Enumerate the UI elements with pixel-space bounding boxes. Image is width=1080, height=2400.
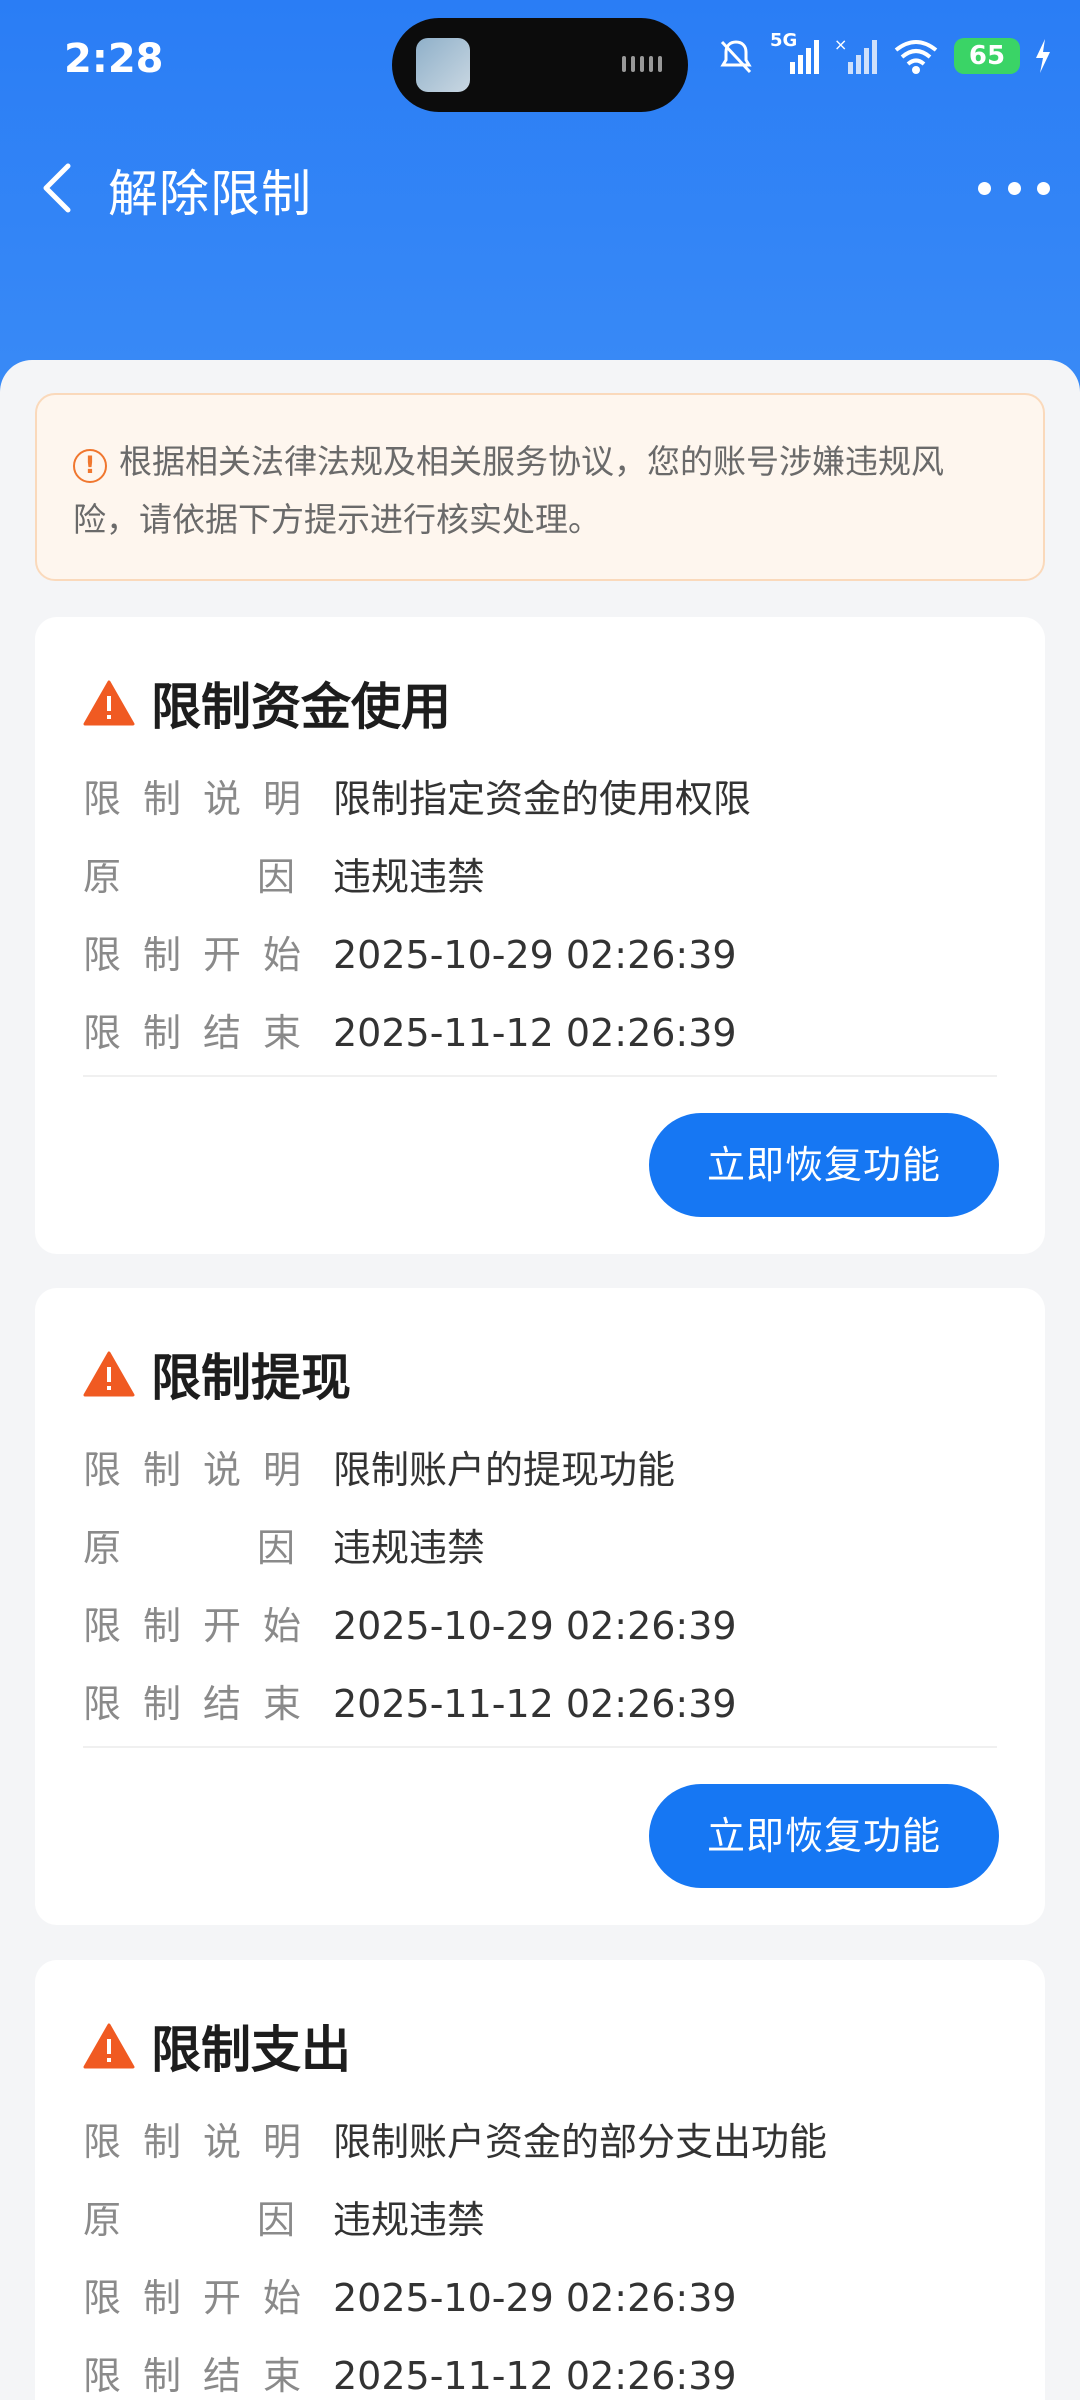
row-value: 违规违禁 [333, 855, 486, 899]
info-icon: ! [73, 449, 107, 483]
row-value: 2025-10-29 02:26:39 [333, 1604, 737, 1648]
status-icons: 5G × 65 [716, 30, 1052, 76]
warning-icon [83, 1351, 135, 1397]
risk-notice: ! 根据相关法律法规及相关服务协议，您的账号涉嫌违规风险，请依据下方提示进行核实处… [35, 393, 1045, 581]
row-label: 限制结束 [83, 2354, 324, 2398]
row-value: 2025-10-29 02:26:39 [333, 2276, 737, 2320]
restore-function-button[interactable]: 立即恢复功能 [649, 1113, 999, 1217]
warning-icon [83, 2023, 135, 2069]
warning-icon [83, 680, 135, 726]
row-label: 限制说明 [83, 2120, 324, 2164]
row-value: 限制账户的提现功能 [333, 1448, 676, 1492]
divider [83, 1075, 997, 1077]
dynamic-island[interactable] [392, 18, 688, 112]
charging-bolt-icon [1036, 39, 1050, 73]
row-value: 2025-11-12 02:26:39 [333, 1682, 737, 1726]
row-label: 限制结束 [83, 1682, 324, 1726]
row-value: 2025-11-12 02:26:39 [333, 2354, 737, 2398]
svg-text:×: × [834, 36, 847, 54]
row-label: 原 [83, 855, 122, 899]
divider [83, 1746, 997, 1748]
row-value: 限制指定资金的使用权限 [333, 777, 752, 821]
nav-bar: 解除限制 [0, 140, 1080, 236]
restriction-card: 限制资金使用 限制说明 限制指定资金的使用权限 原因 违规违禁 限制开始 202… [35, 617, 1045, 1254]
row-label: 限制开始 [83, 1604, 324, 1648]
bell-muted-icon [720, 40, 752, 74]
row-label: 原 [83, 1526, 122, 1570]
row-label: 限制说明 [83, 1448, 324, 1492]
wifi-icon [894, 40, 938, 74]
audio-wave-icon [622, 56, 662, 72]
card-title: 限制提现 [151, 1349, 351, 1407]
cellular-5g-icon: 5G [770, 30, 820, 76]
row-label: 限制开始 [83, 2276, 324, 2320]
row-value: 限制账户资金的部分支出功能 [333, 2120, 828, 2164]
status-bar: 2:28 5G × 65 [0, 0, 1080, 125]
row-value: 2025-10-29 02:26:39 [333, 933, 737, 977]
row-label: 限制结束 [83, 1011, 324, 1055]
restriction-card: 限制支出 限制说明 限制账户资金的部分支出功能 原因 违规违禁 限制开始 202… [35, 1960, 1045, 2400]
row-value: 2025-11-12 02:26:39 [333, 1011, 737, 1055]
restore-function-button[interactable]: 立即恢复功能 [649, 1784, 999, 1888]
main-content: ! 根据相关法律法规及相关服务协议，您的账号涉嫌违规风险，请依据下方提示进行核实处… [0, 360, 1080, 2400]
card-title: 限制资金使用 [151, 678, 451, 736]
media-thumbnail [416, 38, 470, 92]
restriction-card: 限制提现 限制说明 限制账户的提现功能 原因 违规违禁 限制开始 2025-10… [35, 1288, 1045, 1925]
page-title: 解除限制 [108, 165, 312, 223]
back-arrow-icon[interactable] [30, 158, 90, 218]
battery-icon: 65 [954, 38, 1020, 74]
cellular-no-signal-icon: × [834, 36, 877, 74]
row-label: 原 [83, 2198, 122, 2242]
row-value: 违规违禁 [333, 1526, 486, 1570]
notice-text: 根据相关法律法规及相关服务协议，您的账号涉嫌违规风险，请依据下方提示进行核实处理… [73, 442, 944, 539]
card-title: 限制支出 [151, 2021, 351, 2079]
more-options-icon[interactable] [978, 164, 1050, 212]
row-value: 违规违禁 [333, 2198, 486, 2242]
row-label: 限制开始 [83, 933, 324, 977]
status-time: 2:28 [64, 36, 164, 82]
row-label: 限制说明 [83, 777, 324, 821]
